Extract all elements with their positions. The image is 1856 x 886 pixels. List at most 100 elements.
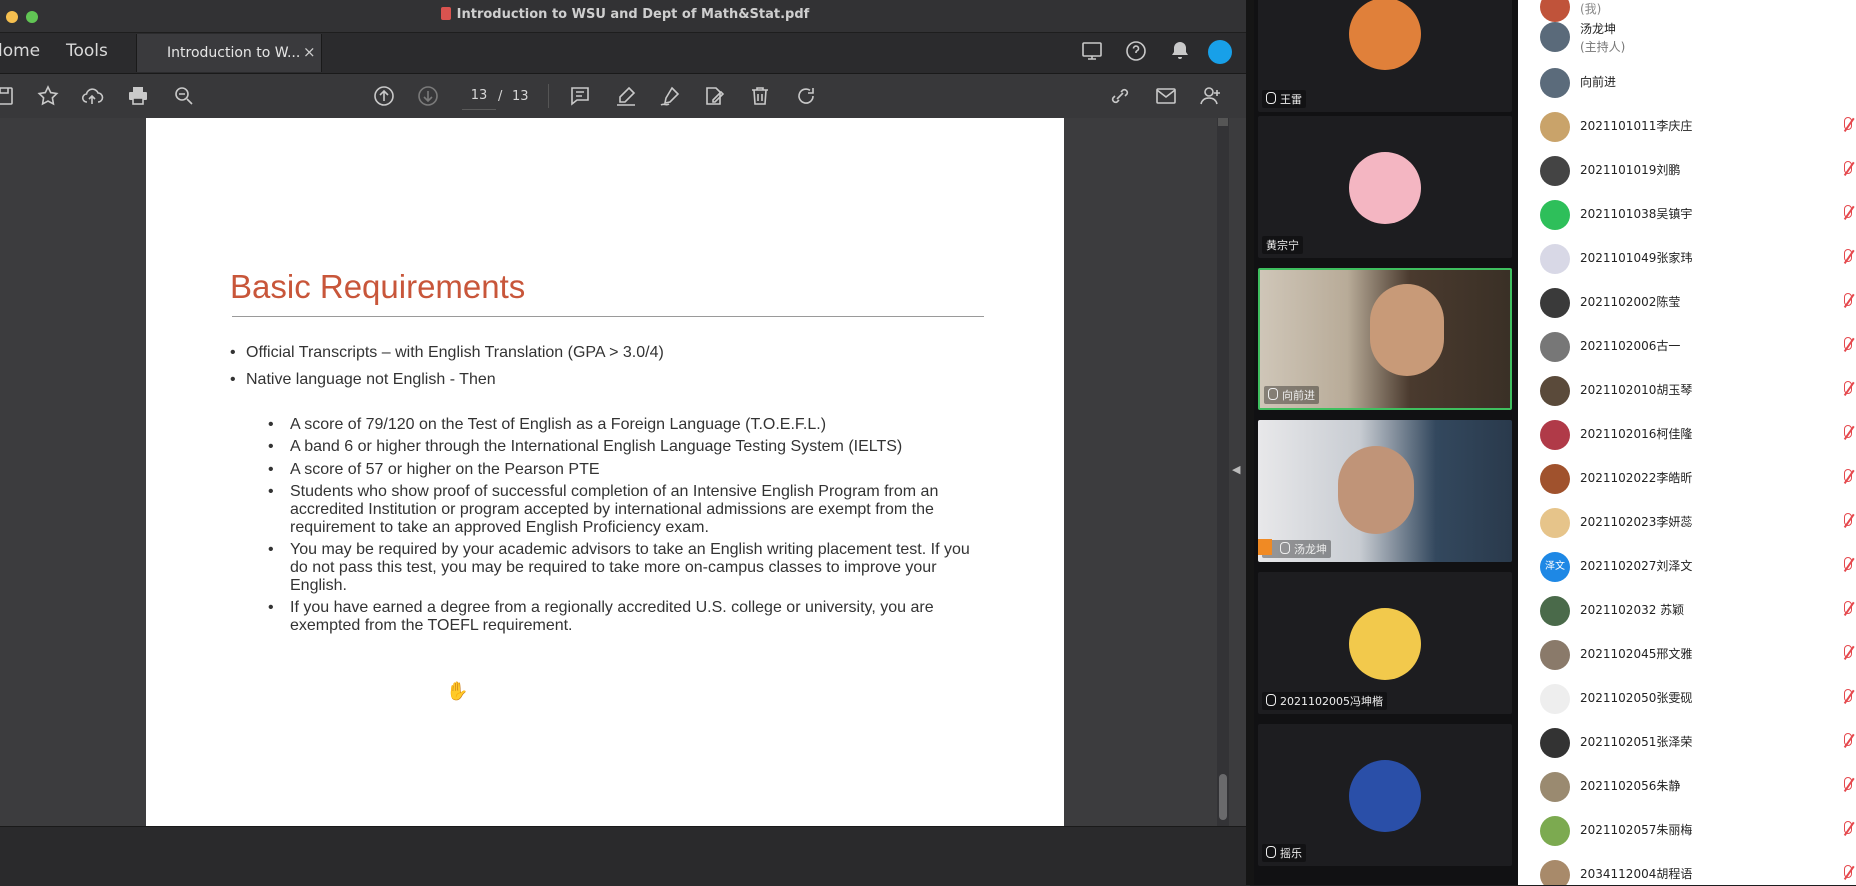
muted-mic-icon[interactable] <box>1840 248 1854 266</box>
zoom-out-icon[interactable] <box>170 82 198 110</box>
participant-row[interactable]: 2021102050张雯砚 <box>1518 676 1856 720</box>
edit-stamp-icon[interactable] <box>700 82 728 110</box>
tab-document-label: Introduction to W... <box>167 45 301 61</box>
participant-row-host[interactable]: 汤龙坤 (主持人) <box>1518 14 1856 60</box>
help-icon[interactable] <box>1122 37 1150 65</box>
highlight-pen-icon[interactable] <box>612 82 640 110</box>
participant-row[interactable]: 2021102006古一 <box>1518 324 1856 368</box>
previous-page-icon[interactable] <box>370 82 398 110</box>
share-screen-icon[interactable] <box>1078 37 1106 65</box>
participant-row[interactable]: 2021101049张家玮 <box>1518 236 1856 280</box>
participant-name: 2021102056朱静 <box>1580 779 1681 793</box>
participant-name: 2034112004胡程语 <box>1580 867 1693 881</box>
next-page-icon[interactable] <box>414 82 442 110</box>
participant-avatar <box>1540 508 1570 538</box>
delete-trash-icon[interactable] <box>746 82 774 110</box>
participant-row[interactable]: 2021102016柯佳隆 <box>1518 412 1856 456</box>
participant-name: 2021102050张雯砚 <box>1580 691 1693 705</box>
user-avatar[interactable] <box>1208 40 1232 64</box>
muted-mic-icon[interactable] <box>1840 688 1854 706</box>
collapse-panel-icon[interactable]: ◀ <box>1232 463 1240 476</box>
participant-row[interactable]: 2021102010胡玉琴 <box>1518 368 1856 412</box>
participant-row[interactable]: 2021102023李妍蕊 <box>1518 500 1856 544</box>
participant-row[interactable]: 向前进 <box>1518 60 1856 104</box>
muted-mic-icon[interactable] <box>1840 292 1854 310</box>
page-number-input[interactable]: 13 <box>462 83 496 110</box>
video-tile[interactable]: 摇乐 <box>1258 724 1512 866</box>
muted-mic-icon[interactable] <box>1840 732 1854 750</box>
muted-mic-icon[interactable] <box>1840 160 1854 178</box>
participant-row[interactable]: 泽文 2021102027刘泽文 <box>1518 544 1856 588</box>
video-tile-name: 2021102005冯坤楷 <box>1262 692 1387 710</box>
bookmark-star-icon[interactable] <box>34 82 62 110</box>
participant-row[interactable]: 2021102032 苏颖 <box>1518 588 1856 632</box>
redo-rotate-icon[interactable] <box>792 82 820 110</box>
muted-mic-icon[interactable] <box>1840 600 1854 618</box>
video-gallery: 王雷 黄宗宁 向前进 汤龙坤 2021102005冯坤楷 摇乐 <box>1254 0 1518 885</box>
close-tab-icon[interactable]: × <box>303 43 316 61</box>
pdf-file-icon <box>440 7 451 20</box>
add-user-icon[interactable] <box>1196 82 1224 110</box>
participant-avatar <box>1540 244 1570 274</box>
email-icon[interactable] <box>1152 82 1180 110</box>
scrollbar-thumb[interactable] <box>1219 774 1227 820</box>
muted-mic-icon[interactable] <box>1840 556 1854 574</box>
participant-name: 2021102027刘泽文 <box>1580 559 1693 573</box>
video-tile[interactable]: 2021102005冯坤楷 <box>1258 572 1512 714</box>
muted-mic-icon[interactable] <box>1840 644 1854 662</box>
upload-cloud-icon[interactable] <box>78 82 106 110</box>
host-role-label: (主持人) <box>1580 40 1626 54</box>
video-tile-name: 汤龙坤 <box>1258 539 1331 558</box>
mic-icon <box>1268 388 1278 400</box>
participant-row[interactable]: 2021102045邢文雅 <box>1518 632 1856 676</box>
pdf-page: Basic Requirements • Official Transcripts… <box>146 118 1064 826</box>
video-tile-name: 黄宗宁 <box>1262 236 1303 254</box>
muted-mic-icon[interactable] <box>1840 424 1854 442</box>
muted-mic-icon[interactable] <box>1840 336 1854 354</box>
participant-row[interactable]: 2021101011李庆庄 <box>1518 104 1856 148</box>
participant-avatar <box>1349 760 1421 832</box>
print-icon[interactable] <box>124 82 152 110</box>
tab-home[interactable]: lome <box>0 41 40 61</box>
participant-row[interactable]: 2021101038吴镇宇 <box>1518 192 1856 236</box>
participant-name: 2021102045邢文雅 <box>1580 647 1693 661</box>
participant-row[interactable]: 2021102002陈莹 <box>1518 280 1856 324</box>
muted-mic-icon[interactable] <box>1840 820 1854 838</box>
mic-icon <box>1266 694 1276 706</box>
muted-mic-icon[interactable] <box>1840 204 1854 222</box>
participant-row[interactable]: 2021102022李皓昕 <box>1518 456 1856 500</box>
notification-bell-icon[interactable] <box>1166 37 1194 65</box>
save-icon[interactable] <box>0 82 18 110</box>
muted-mic-icon[interactable] <box>1840 776 1854 794</box>
muted-mic-icon[interactable] <box>1840 512 1854 530</box>
muted-mic-icon[interactable] <box>1840 864 1854 882</box>
participant-list[interactable]: (我) 汤龙坤 (主持人) 向前进 2021101011李庆庄 2021101019… <box>1518 0 1856 885</box>
vertical-scrollbar[interactable] <box>1217 118 1229 826</box>
muted-mic-icon[interactable] <box>1840 468 1854 486</box>
participant-row[interactable]: 2034112004胡程语 <box>1518 852 1856 885</box>
participant-row[interactable]: 2021102051张泽荣 <box>1518 720 1856 764</box>
muted-mic-icon[interactable] <box>1840 116 1854 134</box>
participant-avatar <box>1540 728 1570 758</box>
sub-bullet-item: • A band 6 or higher through the Internat… <box>268 438 903 455</box>
participant-row[interactable]: 2021102057朱丽梅 <box>1518 808 1856 852</box>
video-tile[interactable]: 王雷 <box>1258 0 1512 112</box>
comment-icon[interactable] <box>566 82 594 110</box>
video-tile[interactable]: 黄宗宁 <box>1258 116 1512 258</box>
participant-name: 2021101038吴镇宇 <box>1580 207 1693 221</box>
participant-row[interactable]: 2021102056朱静 <box>1518 764 1856 808</box>
participant-row[interactable]: 2021101019刘鹏 <box>1518 148 1856 192</box>
page-separator: / <box>498 89 503 104</box>
tab-document[interactable]: Introduction to W... × <box>136 34 322 72</box>
link-share-icon[interactable] <box>1106 82 1134 110</box>
participant-avatar <box>1540 640 1570 670</box>
panel-divider[interactable] <box>1246 0 1254 885</box>
window-title: Introduction to WSU and Dept of Math&Sta… <box>0 7 1250 22</box>
document-view[interactable]: Basic Requirements • Official Transcripts… <box>0 118 1250 830</box>
draw-signature-icon[interactable] <box>656 82 684 110</box>
tab-tools[interactable]: Tools <box>66 41 108 61</box>
sub-bullet-item: • Students who show proof of successful c… <box>268 483 939 536</box>
muted-mic-icon[interactable] <box>1840 380 1854 398</box>
video-tile-active-speaker[interactable]: 向前进 <box>1258 268 1512 410</box>
video-tile[interactable]: 汤龙坤 <box>1258 420 1512 562</box>
